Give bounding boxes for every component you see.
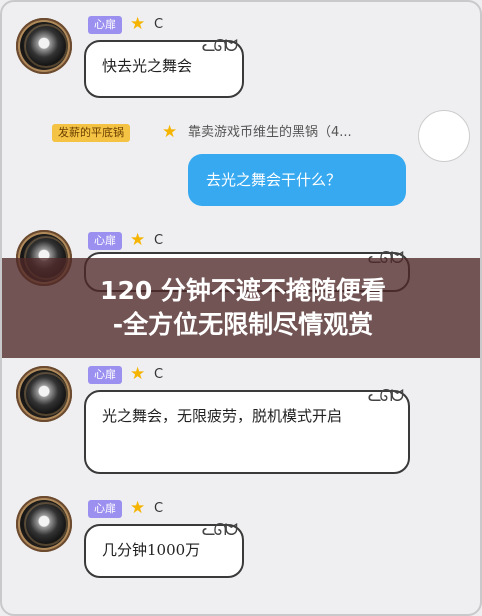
- outgoing-bubble[interactable]: 去光之舞会干什么？: [188, 154, 406, 206]
- message-bubble[interactable]: 几分钟1000万 ᓚᘏᗢ: [84, 520, 244, 578]
- cat-deco-icon: ᓚᘏᗢ: [367, 386, 404, 405]
- user-tag: 心扉: [88, 366, 122, 384]
- user-tag: 心扉: [88, 232, 122, 250]
- overlay-line-2: -全方位无限制尽情观赏: [112, 310, 374, 339]
- star-icon: ★: [130, 14, 146, 34]
- user-tag: 心扉: [88, 500, 122, 518]
- star-icon: ★: [130, 498, 146, 518]
- user-letter: C: [154, 233, 164, 248]
- message-bubble[interactable]: 快去光之舞会 ᓚᘏᗢ: [84, 36, 244, 98]
- message-text: 光之舞会，无限疲劳，脱机模式开启: [102, 407, 343, 425]
- overlay-line-1: 120 分钟不遮不掩随便看: [100, 276, 386, 305]
- user-avatar[interactable]: [16, 366, 72, 422]
- system-text: 靠卖游戏币维生的黑锅（4...: [188, 125, 352, 140]
- outgoing-text: 去光之舞会干什么？: [206, 171, 342, 189]
- star-icon: ★: [162, 122, 178, 142]
- star-icon: ★: [130, 364, 146, 384]
- user-avatar[interactable]: [16, 18, 72, 74]
- message-text: 快去光之舞会: [102, 57, 193, 75]
- cat-deco-icon: ᓚᘏᗢ: [201, 520, 238, 539]
- message-text: 几分钟1000万: [102, 541, 201, 559]
- self-avatar[interactable]: [418, 110, 470, 162]
- group-tag: 发薪的平底锅: [52, 124, 130, 142]
- user-letter: C: [154, 367, 164, 382]
- user-letter: C: [154, 501, 164, 516]
- user-tag: 心扉: [88, 16, 122, 34]
- cat-deco-icon: ᓚᘏᗢ: [201, 36, 238, 55]
- user-letter: C: [154, 17, 164, 32]
- message-bubble[interactable]: 光之舞会，无限疲劳，脱机模式开启 ᓚᘏᗢ: [84, 386, 410, 474]
- promo-overlay: 120 分钟不遮不掩随便看 -全方位无限制尽情观赏: [2, 258, 480, 358]
- chat-screen: 心扉 ★ C 快去光之舞会 ᓚᘏᗢ 发薪的平底锅 ★ 靠卖游戏币维生的黑锅（4.…: [0, 0, 482, 616]
- user-avatar[interactable]: [16, 496, 72, 552]
- star-icon: ★: [130, 230, 146, 250]
